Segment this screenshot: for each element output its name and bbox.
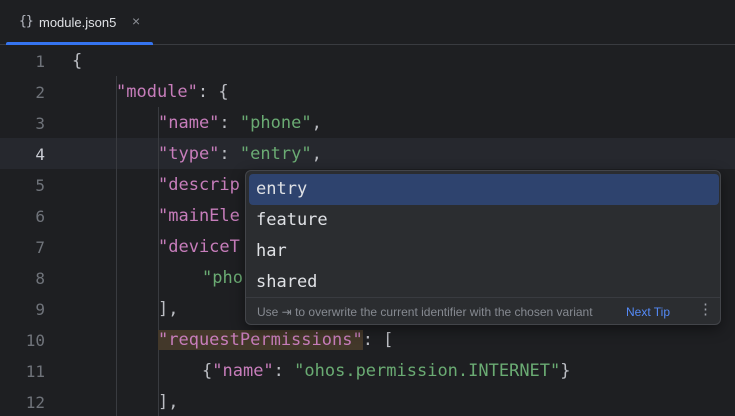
json-punctuation: , (311, 144, 322, 164)
line-number: 10 (25, 331, 45, 350)
code-line: ], (158, 387, 178, 416)
line-number: 11 (25, 362, 45, 381)
json-string: "phone" (239, 113, 312, 133)
close-icon[interactable]: × (132, 13, 140, 29)
line-number: 6 (35, 207, 45, 226)
code-line: "type": "entry", (158, 139, 322, 170)
indent-guide (116, 76, 117, 416)
line-number: 9 (35, 300, 45, 319)
tab-label: module.json5 (39, 15, 117, 30)
json-string: "entry" (239, 144, 312, 164)
completion-hint: Use ⇥ to overwrite the current identifie… (257, 305, 593, 319)
tab-module-json5[interactable]: {} module.json5 × (6, 0, 153, 46)
completion-item-entry[interactable]: entry (249, 174, 719, 205)
code-line: "name": "phone", (158, 108, 322, 139)
next-tip-link[interactable]: Next Tip (626, 305, 670, 319)
code-line: "pho (202, 263, 243, 294)
line-number: 8 (35, 269, 45, 288)
json-punctuation: : (219, 113, 240, 133)
json-punctuation: : { (197, 82, 229, 102)
json-key: "type" (158, 144, 220, 164)
json-key: "name" (158, 113, 220, 133)
json-key: "descrip (158, 175, 240, 195)
json-key: "mainEle (158, 206, 240, 226)
code-line: {"name": "ohos.permission.INTERNET"} (202, 356, 571, 387)
code-line: "module": { (116, 77, 229, 108)
json-punctuation: : (273, 361, 295, 381)
line-number: 7 (35, 238, 45, 257)
json-key: "name" (212, 361, 274, 381)
json-punctuation: ], (158, 299, 179, 319)
json-punctuation: { (72, 51, 83, 71)
code-line: "requestPermissions": [ (158, 325, 393, 356)
json-string: "pho (202, 268, 243, 288)
json-punctuation: { (202, 361, 213, 381)
line-number: 4 (35, 145, 45, 164)
completion-item-feature[interactable]: feature (249, 205, 719, 236)
json-string: "ohos.permission.INTERNET" (294, 361, 561, 381)
line-number: 1 (35, 52, 45, 71)
json-braces-icon: {} (19, 14, 34, 29)
line-number-gutter: 1 2 3 4 5 6 7 8 9 10 11 12 (0, 45, 60, 416)
line-number: 3 (35, 114, 45, 133)
json-punctuation: } (560, 361, 571, 381)
completion-popup[interactable]: entry feature har shared Use ⇥ to overwrite… (245, 170, 721, 325)
code-line: "descrip (158, 170, 240, 201)
line-number: 5 (35, 176, 45, 195)
json-key: "module" (116, 82, 198, 102)
completion-item-shared[interactable]: shared (249, 267, 719, 298)
code-line: "deviceT (158, 232, 240, 263)
more-vertical-icon[interactable]: ⋮ (698, 301, 713, 319)
line-number: 12 (25, 393, 45, 412)
json-punctuation: : (219, 144, 240, 164)
code-line: "mainEle (158, 201, 240, 232)
json-key: "requestPermissions" (158, 330, 363, 350)
editor-tab-bar: {} module.json5 × (0, 0, 735, 46)
completion-footer: Use ⇥ to overwrite the current identifie… (246, 297, 720, 324)
code-line: ], (158, 294, 178, 325)
json-key: "deviceT (158, 237, 240, 257)
json-punctuation: , (311, 113, 322, 133)
json-punctuation: : [ (362, 330, 394, 350)
json-punctuation: ], (158, 392, 179, 412)
line-number: 2 (35, 83, 45, 102)
completion-item-har[interactable]: har (249, 236, 719, 267)
code-line: { (72, 46, 82, 77)
